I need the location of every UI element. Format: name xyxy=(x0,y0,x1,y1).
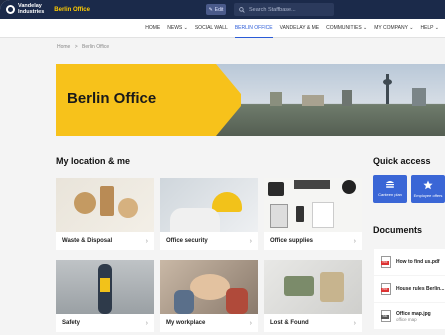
image-file-icon: IMG xyxy=(381,310,391,322)
quick-access-employee-offers[interactable]: Employee offers xyxy=(411,175,445,203)
file-type-tag: IMG xyxy=(381,315,389,319)
chevron-right-icon: › xyxy=(249,237,252,245)
nav-home[interactable]: HOME xyxy=(145,19,160,38)
section-title-quick-access: Quick access xyxy=(373,156,431,166)
building xyxy=(270,92,282,106)
tile-label: Safety xyxy=(62,320,81,326)
building xyxy=(302,95,324,106)
workplace-image xyxy=(160,260,258,314)
document-text: Office map.jpg office map xyxy=(396,311,431,322)
section-title-documents: Documents xyxy=(373,225,423,235)
nav-news[interactable]: NEWS ⌄ xyxy=(167,19,188,38)
tile-safety[interactable]: Safety › xyxy=(56,260,154,332)
document-house-rules[interactable]: PDF House rules Berlin... xyxy=(374,276,445,302)
tile-office-supplies[interactable]: Office supplies › xyxy=(264,178,362,250)
tile-label-row: Safety › xyxy=(56,314,154,332)
tile-label: Lost & Found xyxy=(270,320,309,326)
tile-office-security[interactable]: Office security › xyxy=(160,178,258,250)
tile-label-row: Lost & Found › xyxy=(264,314,362,332)
file-type-tag: PDF xyxy=(381,261,389,265)
tile-label: Office security xyxy=(166,238,208,244)
document-text: House rules Berlin... xyxy=(396,286,444,292)
burger-icon xyxy=(386,181,394,188)
main-nav: HOME NEWS ⌄ SOCIAL WALL BERLIN OFFICE VA… xyxy=(0,19,445,38)
search-placeholder: Search Staffbase... xyxy=(249,6,296,13)
tile-label: My workplace xyxy=(166,320,206,326)
pdf-file-icon: PDF xyxy=(381,256,391,268)
star-icon xyxy=(423,180,433,190)
waste-image xyxy=(56,178,154,232)
building xyxy=(342,90,352,106)
lost-found-image xyxy=(264,260,362,314)
tile-label-row: Office supplies › xyxy=(264,232,362,250)
logo-text: Vandelay Industries xyxy=(18,3,45,15)
chevron-right-icon: › xyxy=(353,237,356,245)
document-subtitle: office map xyxy=(396,316,417,322)
breadcrumb-current: Berlin Office xyxy=(82,44,110,50)
security-image xyxy=(160,178,258,232)
file-type-tag: PDF xyxy=(381,288,389,292)
edit-button[interactable]: ✎ Edit xyxy=(206,4,226,15)
document-text: How to find us.pdf xyxy=(396,259,440,265)
quick-access-label: Employee offers xyxy=(413,193,443,198)
logo-line2: Industries xyxy=(18,8,45,15)
document-office-map[interactable]: IMG Office map.jpg office map xyxy=(374,303,445,329)
hero-banner: Berlin Office xyxy=(56,64,445,136)
tile-label: Office supplies xyxy=(270,238,314,244)
supplies-image xyxy=(264,178,362,232)
app-frame: Vandelay Industries Berlin Office ✎ Edit… xyxy=(0,0,445,335)
breadcrumb-separator: > xyxy=(74,44,78,50)
document-how-to-find-us[interactable]: PDF How to find us.pdf xyxy=(374,249,445,275)
pdf-file-icon: PDF xyxy=(381,283,391,295)
nav-vandelay-me[interactable]: VANDELAY & ME xyxy=(280,19,319,38)
edit-label: Edit xyxy=(214,6,224,13)
document-name: How to find us.pdf xyxy=(396,259,440,265)
nav-communities[interactable]: COMMUNITIES ⌄ xyxy=(326,19,367,38)
chevron-right-icon: › xyxy=(353,319,356,327)
tv-tower-sphere xyxy=(383,79,392,85)
document-name: House rules Berlin... xyxy=(396,286,445,292)
document-name: Office map.jpg xyxy=(396,310,431,317)
logo-icon xyxy=(6,5,15,14)
quick-access-label: Canteen plan xyxy=(378,192,402,197)
tile-my-workplace[interactable]: My workplace › xyxy=(160,260,258,332)
site-name[interactable]: Berlin Office xyxy=(54,7,90,13)
nav-social-wall[interactable]: SOCIAL WALL xyxy=(195,19,228,38)
hero-title-panel: Berlin Office xyxy=(56,64,241,136)
tile-label-row: Office security › xyxy=(160,232,258,250)
top-bar: Vandelay Industries Berlin Office ✎ Edit… xyxy=(0,0,445,19)
tile-label-row: My workplace › xyxy=(160,314,258,332)
nav-berlin-office[interactable]: BERLIN OFFICE xyxy=(234,19,273,38)
search-input[interactable]: Search Staffbase... xyxy=(234,3,334,16)
nav-my-company[interactable]: MY COMPANY ⌄ xyxy=(374,19,413,38)
chevron-right-icon: › xyxy=(145,319,148,327)
building xyxy=(412,88,426,106)
page-title: Berlin Office xyxy=(67,90,157,107)
tile-label: Waste & Disposal xyxy=(62,238,113,244)
tile-waste-disposal[interactable]: Waste & Disposal › xyxy=(56,178,154,250)
chevron-right-icon: › xyxy=(249,319,252,327)
tile-label-row: Waste & Disposal › xyxy=(56,232,154,250)
chevron-right-icon: › xyxy=(145,237,148,245)
breadcrumb-home[interactable]: Home xyxy=(57,44,70,50)
quick-access-canteen-plan[interactable]: Canteen plan xyxy=(373,175,407,203)
safety-image xyxy=(56,260,154,314)
nav-help[interactable]: HELP ⌄ xyxy=(420,19,439,38)
breadcrumb: Home > Berlin Office xyxy=(57,44,109,50)
section-title-location: My location & me xyxy=(56,156,131,166)
pencil-icon: ✎ xyxy=(208,6,213,13)
search-icon xyxy=(239,6,245,13)
tile-lost-found[interactable]: Lost & Found › xyxy=(264,260,362,332)
company-logo[interactable]: Vandelay Industries xyxy=(6,3,44,17)
